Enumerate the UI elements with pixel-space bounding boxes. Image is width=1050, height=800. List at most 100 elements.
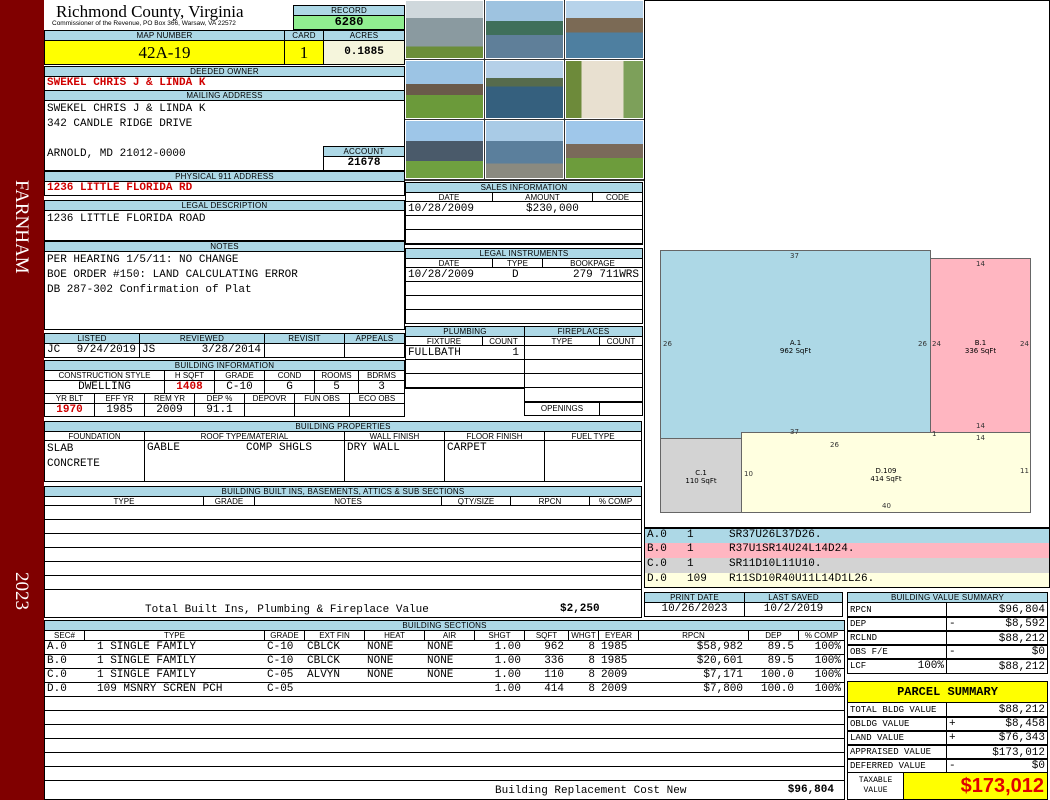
foundation-2: CONCRETE [47, 458, 100, 470]
type: 1 SINGLE FAMILY [97, 669, 197, 681]
sketch-area-b[interactable]: B.1 336 SqFt [930, 258, 1031, 433]
dimension-label: 14 [976, 434, 985, 442]
photo-thumbnail[interactable] [405, 120, 484, 179]
dimension-label: 14 [976, 422, 985, 430]
sale-amount: $230,000 [526, 203, 579, 215]
replacement-cost-value: $96,804 [787, 784, 834, 796]
grade: C-10 [214, 380, 265, 394]
dimension-label: 1 [932, 430, 937, 438]
lcf-label: LCF [850, 661, 867, 671]
code-count: 1 [687, 558, 694, 570]
mailing-line-3: ARNOLD, MD 21012-0000 [47, 148, 186, 160]
sketch-codes: A.0 1 SR37U26L37D26. B.0 1 R37U1SR14U24L14D2… [644, 528, 1050, 588]
photo-thumbnail[interactable] [565, 120, 644, 179]
sketch-area-a[interactable]: A.1 962 SqFt [660, 250, 931, 439]
builtins-rows [44, 505, 642, 618]
effective-year: 1985 [94, 403, 145, 417]
section-row: C.0 1 SINGLE FAMILY C-05 ALVYN NONE NONE 1.00 1… [45, 669, 844, 683]
photo-thumbnail[interactable] [485, 60, 564, 119]
wall-finish: DRY WALL [344, 440, 445, 482]
photo-thumbnail[interactable] [565, 0, 644, 59]
sqft: 962 [544, 641, 564, 653]
type: 1 SINGLE FAMILY [97, 641, 197, 653]
lcf-value: $88,212 [946, 658, 1048, 674]
roof: GABLE COMP SHGLS [144, 440, 345, 482]
type: 1 SINGLE FAMILY [97, 655, 197, 667]
dimension-label: 37 [790, 252, 799, 260]
code-text: R11SD10R40U11L14D1L26. [729, 573, 875, 585]
dimension-label: 26 [663, 340, 672, 348]
instrument-bookpage: 279 711WRS [572, 269, 639, 281]
sketch-area-c[interactable]: C.1 110 SqFt [660, 438, 742, 513]
district-sidebar: FARNHAM 2023 [0, 0, 44, 800]
area-sqft: 414 SqFt [870, 475, 902, 483]
openings-value [599, 402, 643, 416]
plus-sign: + [949, 732, 956, 744]
revisit-value [264, 343, 345, 358]
listed-by: JC [47, 344, 61, 356]
physical-address: 1236 LITTLE FLORIDA RD [44, 181, 405, 196]
fixture-count: 1 [512, 347, 519, 359]
photo-thumbnail[interactable] [485, 0, 564, 59]
area-name: C.1 [695, 469, 707, 477]
dimension-label: 24 [1020, 340, 1029, 348]
rpcn: $58,982 [696, 641, 743, 653]
floor-finish: CARPET [444, 440, 545, 482]
photo-gallery[interactable] [405, 0, 645, 181]
eyear: 2009 [601, 683, 628, 695]
photo-thumbnail[interactable] [485, 120, 564, 179]
area-sqft: 336 SqFt [964, 347, 997, 355]
shgt: 1.00 [494, 641, 521, 653]
sketch-code-row: B.0 1 R37U1SR14U24L14D24. [645, 543, 1049, 558]
sqft: 110 [544, 669, 564, 681]
sketch-area-d[interactable]: D.109 414 SqFt [741, 432, 1031, 513]
account-number: 21678 [323, 156, 405, 171]
year-built: 1970 [44, 403, 95, 417]
photo-thumbnail[interactable] [405, 60, 484, 119]
dimension-label: 11 [1020, 467, 1029, 475]
dep: 100.0 [760, 683, 794, 695]
instrument-date: 10/28/2009 [408, 269, 475, 281]
photo-thumbnail[interactable] [405, 0, 484, 59]
grade: C-05 [267, 669, 294, 681]
dep: 89.5 [767, 641, 794, 653]
last-saved-date: 10/2/2019 [744, 602, 843, 617]
tax-year: 2023 [11, 572, 32, 610]
dimension-label: 24 [932, 340, 941, 348]
mailing-line-1: SWEKEL CHRIS J & LINDA K [47, 103, 206, 115]
note-line: PER HEARING 1/5/11: NO CHANGE [47, 254, 239, 266]
county-title: Richmond County, Virginia [56, 2, 244, 21]
minus-sign: - [949, 646, 956, 658]
ext-fin: ALVYN [307, 669, 341, 681]
lcf-cell: LCF 100% [847, 658, 947, 674]
whgt: 8 [588, 655, 595, 667]
sections-footer: Building Replacement Cost New $96,804 [45, 784, 844, 799]
openings-label: OPENINGS [524, 402, 600, 416]
dimension-label: 26 [918, 340, 927, 348]
print-date: 10/26/2023 [644, 602, 745, 617]
sales-rows: 10/28/2009 $230,000 [405, 201, 643, 245]
rpcn: $20,601 [696, 655, 743, 667]
sqft: 414 [544, 683, 564, 695]
bedrooms: 3 [358, 380, 405, 394]
heat: NONE [367, 641, 394, 653]
remodel-year: 2009 [144, 403, 195, 417]
card-number: 1 [284, 40, 324, 65]
plumbing-rows: FULLBATH 1 [405, 345, 525, 389]
pct-comp: 100% [814, 669, 841, 681]
code-sec: D.0 [647, 573, 667, 585]
code-text: R37U1SR14U24L14D24. [729, 543, 855, 555]
photo-thumbnail[interactable] [565, 60, 644, 119]
fuel-type [544, 440, 642, 482]
grade: C-10 [267, 655, 294, 667]
reviewed-value: JS 3/28/2014 [139, 343, 265, 358]
minus-sign: - [949, 618, 956, 630]
section-row: A.0 1 SINGLE FAMILY C-10 CBLCK NONE NONE 1.00 9… [45, 641, 844, 655]
fixture: FULLBATH [408, 347, 461, 359]
taxable-label-1: TAXABLE [858, 776, 893, 785]
dimension-label: 10 [744, 470, 753, 478]
area-sqft: 110 SqFt [685, 477, 717, 485]
section-row: B.0 1 SINGLE FAMILY C-10 CBLCK NONE NONE 1.00 3… [45, 655, 844, 669]
code-count: 1 [687, 529, 694, 541]
sketch-code-row: C.0 1 SR11D10L11U10. [645, 558, 1049, 573]
